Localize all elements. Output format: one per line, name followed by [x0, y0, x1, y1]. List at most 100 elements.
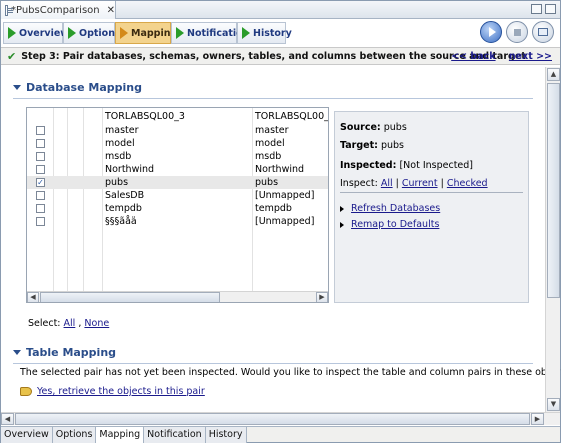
- refresh-databases-item[interactable]: Refresh Databases: [340, 203, 440, 214]
- arrow-right-icon: [340, 205, 344, 212]
- row-checkbox[interactable]: [36, 165, 45, 174]
- source-db-cell: SalesDB: [105, 190, 145, 201]
- row-checkbox[interactable]: [36, 217, 45, 226]
- wizard-step-overview[interactable]: Overview: [3, 22, 69, 44]
- table-row[interactable]: SalesDB [Unmapped]: [27, 189, 328, 202]
- horizontal-scrollbar[interactable]: ◀ ▶: [1, 412, 560, 425]
- source-db-cell: pubs: [105, 177, 129, 188]
- pair-info-panel: Source: pubs Target: pubs Inspected: [No…: [334, 111, 529, 303]
- editor-tab-title: *PubsComparison: [10, 4, 100, 16]
- table-row[interactable]: §§§ãåä [Unmapped]: [27, 215, 328, 228]
- table-header-row: TORLABSQL00_3 TORLABSQL00_1: [27, 110, 328, 123]
- target-info: Target: pubs: [340, 140, 404, 151]
- wizard-step-label: History: [253, 27, 292, 39]
- table-row[interactable]: Northwind Northwind: [27, 163, 328, 176]
- row-checkbox[interactable]: [36, 139, 45, 148]
- remap-defaults-item[interactable]: Remap to Defaults: [340, 219, 439, 230]
- target-db-cell[interactable]: master: [255, 125, 289, 136]
- target-db-cell[interactable]: msdb: [255, 151, 281, 162]
- tab-mapping[interactable]: Mapping: [96, 427, 145, 443]
- target-db-cell[interactable]: pubs: [255, 177, 278, 188]
- source-db-cell: msdb: [105, 151, 132, 162]
- select-all-link[interactable]: All: [64, 318, 76, 329]
- table-row[interactable]: tempdb tempdb: [27, 202, 328, 215]
- editor-tab[interactable]: *PubsComparison ✕: [1, 1, 116, 19]
- editor-tab-bar: *PubsComparison ✕: [1, 1, 560, 19]
- stop-icon[interactable]: [506, 21, 528, 43]
- table-horizontal-scrollbar[interactable]: ◀ ▶: [27, 291, 328, 302]
- select-links: Select: All , None: [28, 318, 110, 329]
- row-checkbox[interactable]: [36, 204, 45, 213]
- retrieve-objects-link[interactable]: Yes, retrieve the objects in this pair: [37, 386, 205, 397]
- scroll-up-icon[interactable]: ▲: [547, 68, 560, 81]
- preview-icon[interactable]: [532, 21, 554, 43]
- target-db-cell[interactable]: [Unmapped]: [255, 216, 314, 227]
- target-db-cell[interactable]: [Unmapped]: [255, 190, 314, 201]
- step-arrow-icon: [242, 27, 250, 39]
- inspect-checked-link[interactable]: Checked: [447, 178, 488, 189]
- refresh-databases-link[interactable]: Refresh Databases: [351, 203, 440, 214]
- source-server-header[interactable]: TORLABSQL00_3: [105, 111, 185, 122]
- step-arrow-icon: [68, 27, 76, 39]
- section-divider: [13, 363, 533, 364]
- vertical-scrollbar[interactable]: ▲ ▼: [545, 67, 560, 412]
- step-navigation: << back next >>: [441, 51, 552, 62]
- scroll-left-icon[interactable]: ◀: [27, 292, 39, 302]
- row-checkbox[interactable]: [36, 152, 45, 161]
- wizard-step-mapping[interactable]: Mapping: [115, 22, 177, 44]
- tab-overview[interactable]: Overview: [1, 427, 53, 443]
- run-icon[interactable]: [480, 21, 502, 43]
- scroll-down-icon[interactable]: ▼: [547, 398, 560, 411]
- scroll-right-icon[interactable]: ▶: [316, 292, 328, 302]
- collapse-caret-icon[interactable]: [13, 85, 21, 90]
- maximize-icon[interactable]: [545, 4, 556, 14]
- row-checkbox[interactable]: [36, 191, 45, 200]
- wizard-step-label: Overview: [19, 27, 70, 39]
- source-db-cell: tempdb: [105, 203, 142, 214]
- close-icon[interactable]: ✕: [107, 5, 115, 16]
- table-row-selected[interactable]: ✓ pubs pubs: [27, 176, 328, 189]
- database-mapping-header[interactable]: Database Mapping: [13, 81, 533, 99]
- scroll-thumb[interactable]: [15, 413, 530, 425]
- wizard-navigation: Overview Options Mapping Notification Hi…: [1, 20, 560, 46]
- inspection-message: The selected pair has not yet been inspe…: [20, 367, 561, 378]
- wizard-action-buttons: [480, 21, 554, 43]
- step-arrow-icon: [176, 27, 184, 39]
- collapse-caret-icon[interactable]: [13, 350, 21, 355]
- minimize-icon[interactable]: [531, 4, 542, 14]
- target-db-cell[interactable]: model: [255, 138, 285, 149]
- page-tabs: Overview Options Mapping Notification Hi…: [1, 426, 560, 443]
- scroll-thumb[interactable]: [40, 292, 220, 302]
- remap-defaults-link[interactable]: Remap to Defaults: [351, 219, 439, 230]
- table-row[interactable]: msdb msdb: [27, 150, 328, 163]
- retrieve-objects-item[interactable]: Yes, retrieve the objects in this pair: [20, 386, 205, 397]
- table-mapping-header[interactable]: Table Mapping: [13, 346, 533, 364]
- target-db-cell[interactable]: tempdb: [255, 203, 292, 214]
- scroll-thumb[interactable]: [547, 83, 560, 298]
- tab-history[interactable]: History: [205, 427, 247, 443]
- hand-pointer-icon: [20, 387, 32, 396]
- next-link[interactable]: next >>: [509, 51, 552, 62]
- select-none-link[interactable]: None: [84, 318, 109, 329]
- table-row[interactable]: master master: [27, 124, 328, 137]
- inspect-current-link[interactable]: Current: [402, 178, 438, 189]
- tab-options[interactable]: Options: [52, 427, 97, 443]
- inspect-all-link[interactable]: All: [381, 178, 393, 189]
- wizard-step-options[interactable]: Options: [63, 22, 121, 44]
- scroll-right-icon[interactable]: ▶: [531, 413, 544, 425]
- section-title: Database Mapping: [26, 81, 142, 94]
- row-checkbox[interactable]: [36, 126, 45, 135]
- back-link[interactable]: << back: [451, 51, 495, 62]
- target-db-cell[interactable]: Northwind: [255, 164, 304, 175]
- table-row[interactable]: model model: [27, 137, 328, 150]
- step-arrow-icon: [120, 27, 128, 39]
- wizard-step-history[interactable]: History: [237, 22, 292, 44]
- row-checkbox-checked[interactable]: ✓: [36, 178, 45, 187]
- source-db-cell: master: [105, 125, 139, 136]
- wizard-step-notification[interactable]: Notification: [171, 22, 249, 44]
- scroll-left-icon[interactable]: ◀: [1, 413, 14, 425]
- document-icon: [5, 4, 13, 16]
- tab-notification[interactable]: Notification: [144, 427, 206, 443]
- info-divider: [340, 192, 523, 193]
- target-server-header[interactable]: TORLABSQL00_1: [255, 111, 328, 122]
